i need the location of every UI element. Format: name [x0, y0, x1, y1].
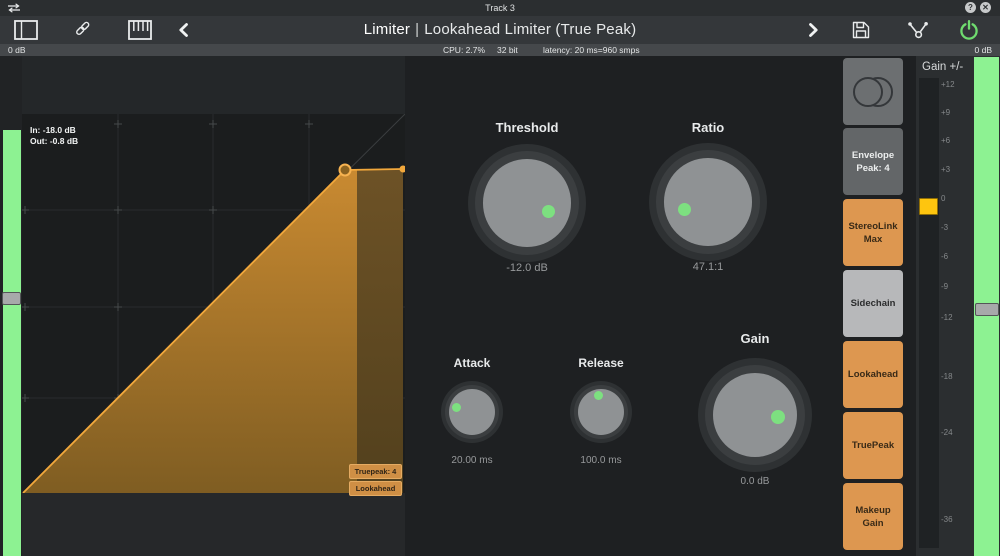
- attack-knob[interactable]: [441, 381, 503, 443]
- input-gain-label: 0 dB: [8, 44, 26, 56]
- editor-panel-icon[interactable]: [14, 20, 38, 40]
- gain-slider-handle[interactable]: [919, 198, 938, 215]
- gain-slider-track[interactable]: [919, 78, 939, 548]
- sidechain-button[interactable]: Sidechain: [843, 270, 903, 337]
- gain-label: Gain: [741, 331, 770, 346]
- gain-knob-indicator: [771, 410, 785, 424]
- track-title: Track 3: [0, 0, 1000, 16]
- truepeak-button[interactable]: TruePeak: [843, 412, 903, 479]
- threshold-node: [340, 165, 351, 176]
- envelope-peak-button[interactable]: Envelope Peak: 4: [843, 128, 903, 195]
- power-bypass-icon[interactable]: [958, 19, 980, 41]
- gain-tick: +9: [941, 108, 963, 118]
- output-fader-handle[interactable]: [975, 303, 999, 316]
- gain-scale-title: Gain +/-: [922, 61, 963, 73]
- threshold-knob-indicator: [542, 205, 555, 218]
- input-fader-handle[interactable]: [2, 292, 21, 305]
- gain-tick: -3: [941, 223, 963, 233]
- limited-region: [357, 169, 403, 493]
- close-icon[interactable]: ✕: [980, 2, 991, 13]
- stereolink-max-button[interactable]: StereoLink Max: [843, 199, 903, 266]
- gain-tick: +3: [941, 165, 963, 175]
- stereo-mode-button[interactable]: [843, 58, 903, 125]
- graph-footer-strip: [22, 493, 405, 556]
- preset-name: Lookahead Limiter (True Peak): [424, 21, 636, 38]
- title-separator: |: [415, 21, 419, 38]
- io-readout: In: -18.0 dB Out: -0.8 dB: [30, 125, 78, 146]
- readout-in: In: -18.0 dB: [30, 125, 78, 136]
- ratio-knob[interactable]: [649, 143, 767, 261]
- gain-tick: -12: [941, 313, 963, 323]
- cpu-usage: CPU: 2.7%: [443, 44, 485, 56]
- attack-knob-indicator: [452, 403, 461, 412]
- release-value: 100.0 ms: [580, 455, 621, 466]
- save-preset-icon[interactable]: [851, 20, 871, 40]
- gain-value: 0.0 dB: [741, 476, 770, 487]
- chevron-right-icon[interactable]: [808, 22, 819, 38]
- gain-tick: 0: [941, 194, 963, 204]
- stereo-circles-icon: [849, 74, 897, 110]
- gain-tick: -9: [941, 282, 963, 292]
- bit-depth: 32 bit: [497, 44, 518, 56]
- input-meter-level: [3, 130, 21, 556]
- threshold-label: Threshold: [496, 120, 559, 135]
- makeup-gain-button[interactable]: Makeup Gain: [843, 483, 903, 550]
- piano-keyboard-icon[interactable]: [128, 20, 152, 40]
- output-gain-label: 0 dB: [975, 44, 993, 56]
- transfer-curve-graph[interactable]: [22, 114, 405, 493]
- release-label: Release: [578, 356, 623, 370]
- limiter-plugin-window: Track 3 ? ✕ Limiter | Lookahead Limiter (T…: [0, 0, 1000, 556]
- attack-value: 20.00 ms: [451, 455, 492, 466]
- release-knob-indicator: [594, 391, 603, 400]
- release-knob[interactable]: [570, 381, 632, 443]
- gain-tick: +6: [941, 136, 963, 146]
- routing-automation-icon[interactable]: [906, 20, 930, 40]
- readout-out: Out: -0.8 dB: [30, 136, 78, 147]
- ratio-knob-indicator: [678, 203, 691, 216]
- ratio-label: Ratio: [692, 120, 725, 135]
- statusbar: 0 dB CPU: 2.7% 32 bit latency: 20 ms=960…: [0, 44, 1000, 56]
- latency-readout: latency: 20 ms=960 smps: [543, 44, 640, 56]
- link-icon[interactable]: [74, 20, 92, 38]
- graph-headroom-strip: [22, 56, 405, 114]
- chevron-left-icon[interactable]: [178, 22, 189, 38]
- swap-channels-icon[interactable]: [7, 3, 21, 13]
- plugin-name: Limiter: [364, 21, 410, 38]
- gain-tick: -36: [941, 515, 963, 525]
- truepeak-badge: Truepeak: 4: [349, 464, 402, 479]
- lookahead-badge: Lookahead: [349, 481, 402, 496]
- gain-reduction-region: [23, 170, 357, 493]
- attack-label: Attack: [454, 356, 491, 370]
- ratio-value: 47.1:1: [693, 261, 724, 273]
- threshold-value: -12.0 dB: [506, 262, 548, 274]
- help-icon[interactable]: ?: [965, 2, 976, 13]
- gain-tick: -24: [941, 428, 963, 438]
- gain-tick: +12: [941, 80, 963, 90]
- threshold-knob[interactable]: [468, 144, 586, 262]
- lookahead-button[interactable]: Lookahead: [843, 341, 903, 408]
- gain-knob[interactable]: [698, 358, 812, 472]
- gain-tick: -6: [941, 252, 963, 262]
- gain-tick: -18: [941, 372, 963, 382]
